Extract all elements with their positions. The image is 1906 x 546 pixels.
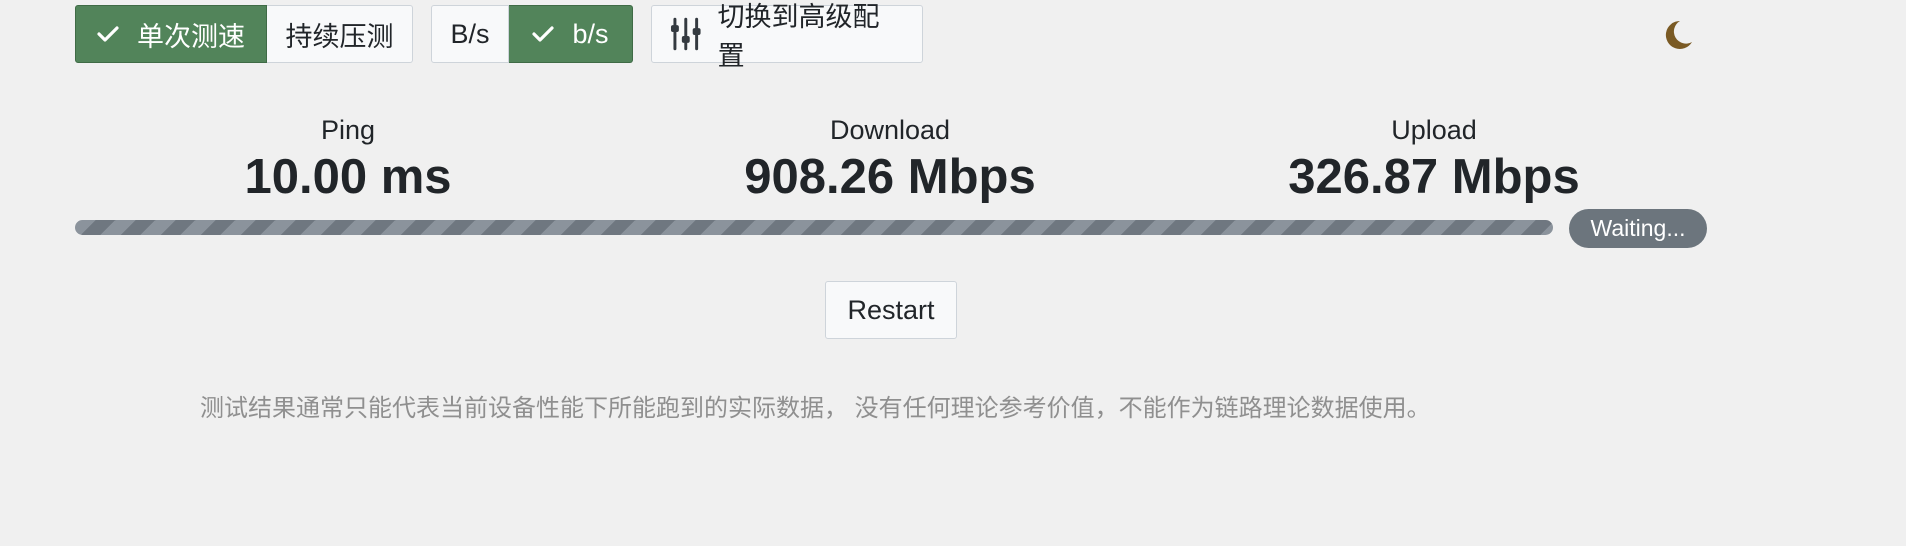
mode-toggle-group: 单次测速 持续压测 bbox=[75, 5, 413, 63]
sliders-icon bbox=[670, 17, 701, 51]
advanced-config-label: 切换到高级配置 bbox=[717, 2, 880, 71]
disclaimer-text: 测试结果通常只能代表当前设备性能下所能跑到的实际数据， 没有任何理论参考价值，不… bbox=[200, 395, 1431, 422]
restart-button[interactable]: Restart bbox=[825, 281, 957, 339]
upload-stat: Upload 326.87 Mbps bbox=[1234, 112, 1634, 206]
download-label: Download bbox=[829, 115, 951, 145]
continuous-test-button[interactable]: 持续压测 bbox=[267, 5, 413, 63]
bits-unit-button[interactable]: b/s bbox=[509, 5, 633, 63]
status-badge: Waiting... bbox=[1569, 209, 1707, 248]
check-icon bbox=[97, 26, 119, 42]
ping-stat: Ping 10.00 ms bbox=[148, 112, 548, 206]
toolbar: 单次测速 持续压测 B/s b/s 切换到高级配置 bbox=[75, 2, 923, 71]
download-value: 908.26 Mbps bbox=[744, 150, 1036, 204]
upload-label: Upload bbox=[1391, 115, 1477, 145]
single-test-label: 单次测速 bbox=[137, 21, 245, 52]
bytes-unit-label: B/s bbox=[450, 18, 490, 49]
bytes-unit-button[interactable]: B/s bbox=[431, 5, 509, 63]
upload-value: 326.87 Mbps bbox=[1288, 150, 1580, 204]
advanced-config-button[interactable]: 切换到高级配置 bbox=[651, 2, 923, 71]
ping-label: Ping bbox=[320, 115, 376, 145]
restart-label: Restart bbox=[847, 294, 935, 325]
check-icon bbox=[532, 26, 555, 42]
bits-unit-label: b/s bbox=[572, 18, 609, 49]
download-stat: Download 908.26 Mbps bbox=[690, 112, 1090, 206]
progress-bar bbox=[75, 220, 1553, 235]
moon-icon[interactable] bbox=[1660, 18, 1694, 52]
single-test-button[interactable]: 单次测速 bbox=[75, 5, 267, 63]
continuous-test-label: 持续压测 bbox=[285, 21, 394, 52]
unit-toggle-group: B/s b/s bbox=[431, 5, 633, 63]
ping-value: 10.00 ms bbox=[244, 150, 452, 204]
stats-panel: Ping 10.00 ms Download 908.26 Mbps Uploa… bbox=[0, 112, 1906, 212]
